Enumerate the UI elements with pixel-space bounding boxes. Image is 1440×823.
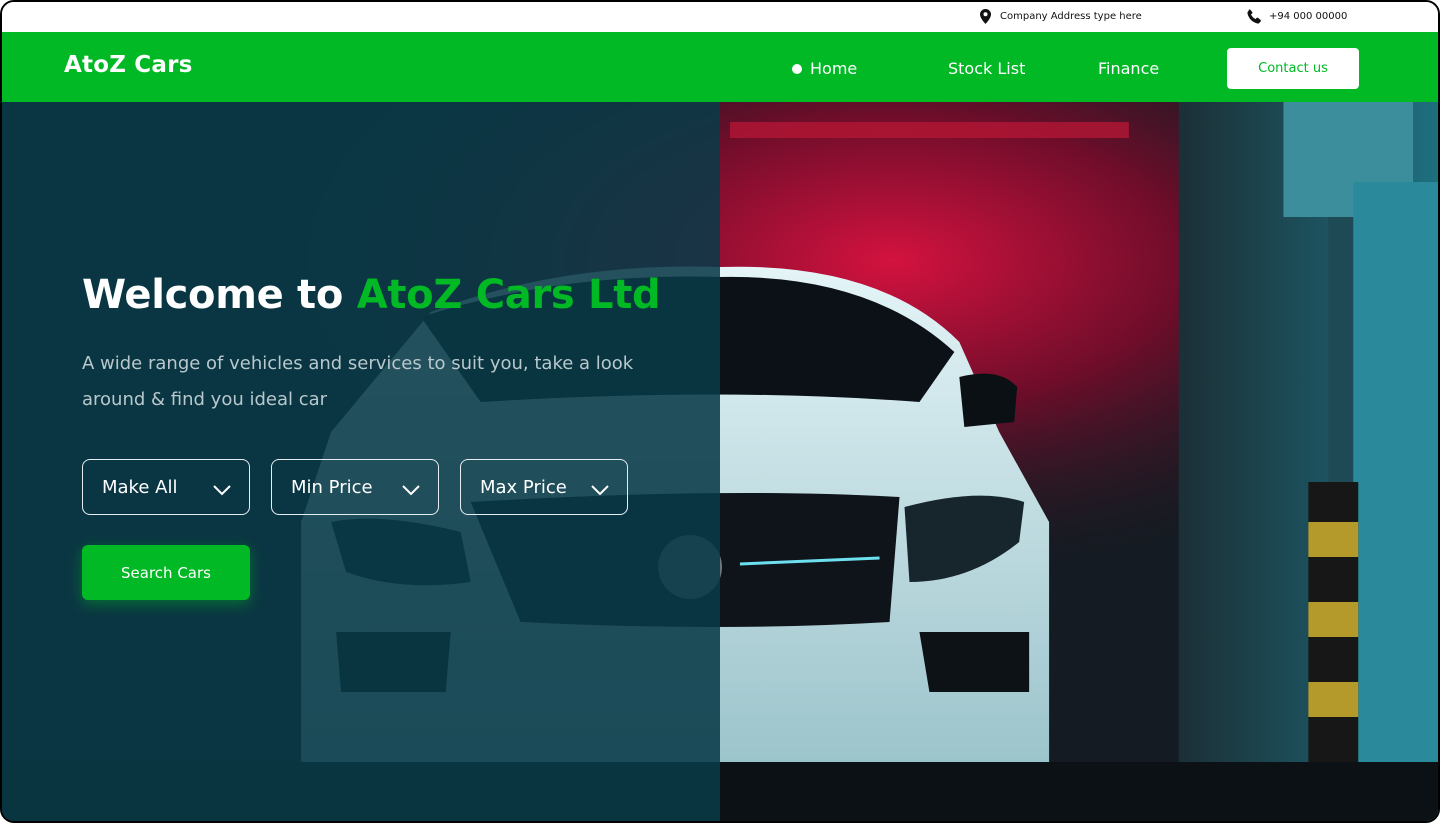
min-price-select[interactable]: Min Price [271,459,439,515]
hero-title-prefix: Welcome to [82,272,357,318]
map-pin-icon [980,9,991,24]
company-phone: +94 000 00000 [1247,9,1347,24]
contact-us-button[interactable]: Contact us [1227,48,1359,89]
site-logo[interactable]: AtoZ Cars [64,52,193,78]
hero-title: Welcome to AtoZ Cars Ltd [82,272,661,318]
chevron-down-icon [213,480,231,501]
hero-section: Welcome to AtoZ Cars Ltd A wide range of… [2,102,1438,821]
search-cars-button[interactable]: Search Cars [82,545,250,600]
company-address: Company Address type here [980,9,1142,24]
chevron-down-icon [591,480,609,501]
nav-item-label: Home [810,59,858,78]
max-price-select[interactable]: Max Price [460,459,628,515]
make-select[interactable]: Make All [82,459,250,515]
min-price-select-value: Min Price [291,476,373,498]
page-frame: Company Address type here +94 000 00000 … [0,0,1440,823]
nav-item-finance[interactable]: Finance [1098,59,1159,78]
top-info-bar: Company Address type here +94 000 00000 [2,2,1438,32]
nav-item-home[interactable]: Home [792,59,857,78]
active-indicator-dot [792,63,802,74]
chevron-down-icon [402,480,420,501]
address-text: Company Address type here [1000,11,1142,22]
phone-text: +94 000 00000 [1269,11,1348,22]
hero-subtitle: A wide range of vehicles and services to… [82,353,634,410]
main-nav: AtoZ Cars Home Stock List Finance Contac… [2,32,1438,102]
phone-icon [1247,9,1262,24]
hero-title-accent: AtoZ Cars Ltd [356,272,661,318]
max-price-select-value: Max Price [480,476,567,498]
nav-item-stock-list[interactable]: Stock List [948,59,1025,78]
make-select-value: Make All [102,476,178,498]
